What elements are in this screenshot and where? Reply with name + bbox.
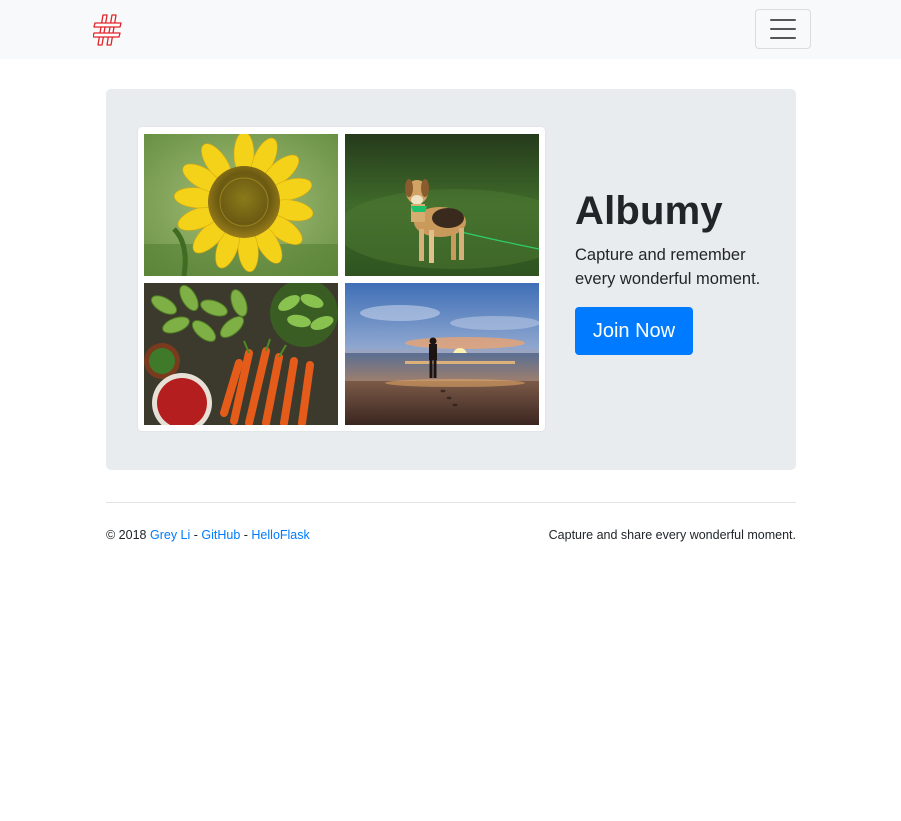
navbar-toggle-button[interactable] (755, 9, 811, 49)
hero-lead-text: Capture and remember every wonderful mom… (575, 246, 761, 288)
navbar (0, 0, 901, 59)
hero-title: Albumy (575, 189, 723, 233)
footer-credits: © 2018 Grey Li - GitHub - HelloFlask (106, 528, 310, 542)
join-now-button[interactable]: Join Now (575, 307, 693, 355)
hero-jumbotron: Albumy Capture and remember every wonder… (106, 89, 796, 470)
hamburger-menu-icon-bar (770, 28, 796, 30)
dog-on-grass-photo (345, 134, 539, 276)
footer-divider (106, 502, 796, 503)
beach-sunset-photo (345, 283, 539, 425)
sunflower-photo (144, 134, 338, 276)
helloflask-link[interactable]: HelloFlask (251, 528, 309, 542)
brand-logo[interactable] (92, 14, 123, 46)
footer-separator: - (190, 528, 202, 542)
hamburger-menu-icon-bar (770, 37, 796, 39)
copyright-text: © 2018 (106, 528, 147, 542)
footer-tagline: Capture and share every wonderful moment… (548, 528, 796, 542)
vegetables-photo (144, 283, 338, 425)
author-link[interactable]: Grey Li (150, 528, 190, 542)
hamburger-menu-icon (770, 19, 796, 21)
photo-collage (138, 127, 545, 431)
hash-logo-icon (92, 14, 122, 46)
footer-separator: - (240, 528, 252, 542)
github-link[interactable]: GitHub (201, 528, 240, 542)
